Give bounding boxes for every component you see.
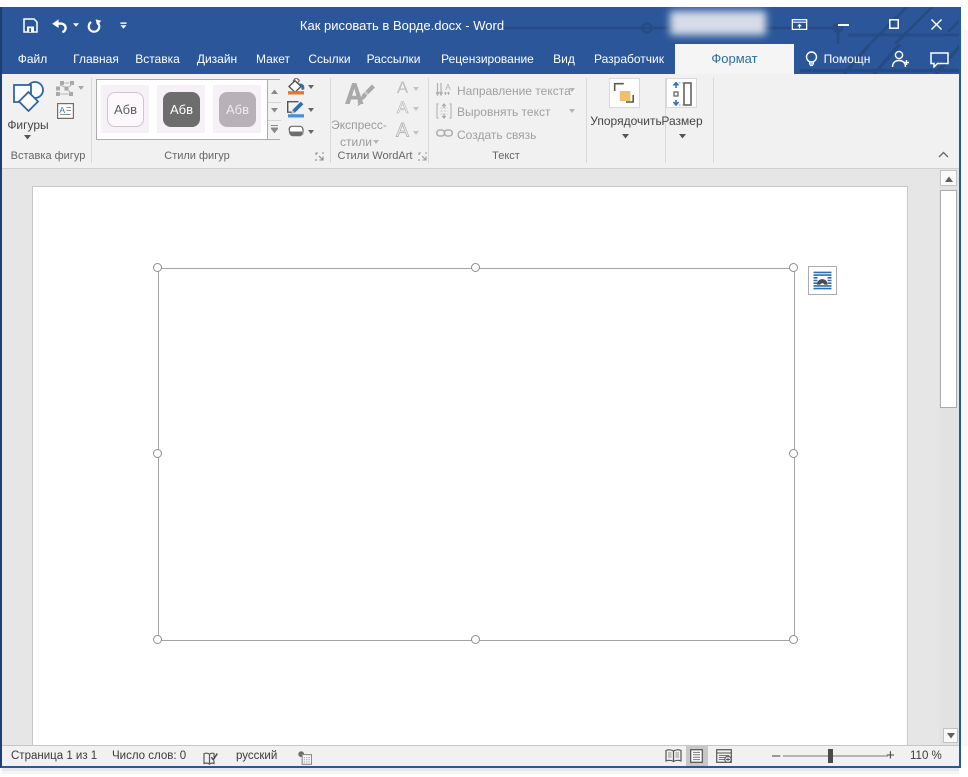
- svg-text:A: A: [397, 100, 409, 114]
- svg-text:A: A: [59, 105, 65, 115]
- svg-text:A: A: [445, 83, 451, 92]
- svg-text:A: A: [396, 122, 409, 138]
- svg-text:A: A: [397, 80, 409, 94]
